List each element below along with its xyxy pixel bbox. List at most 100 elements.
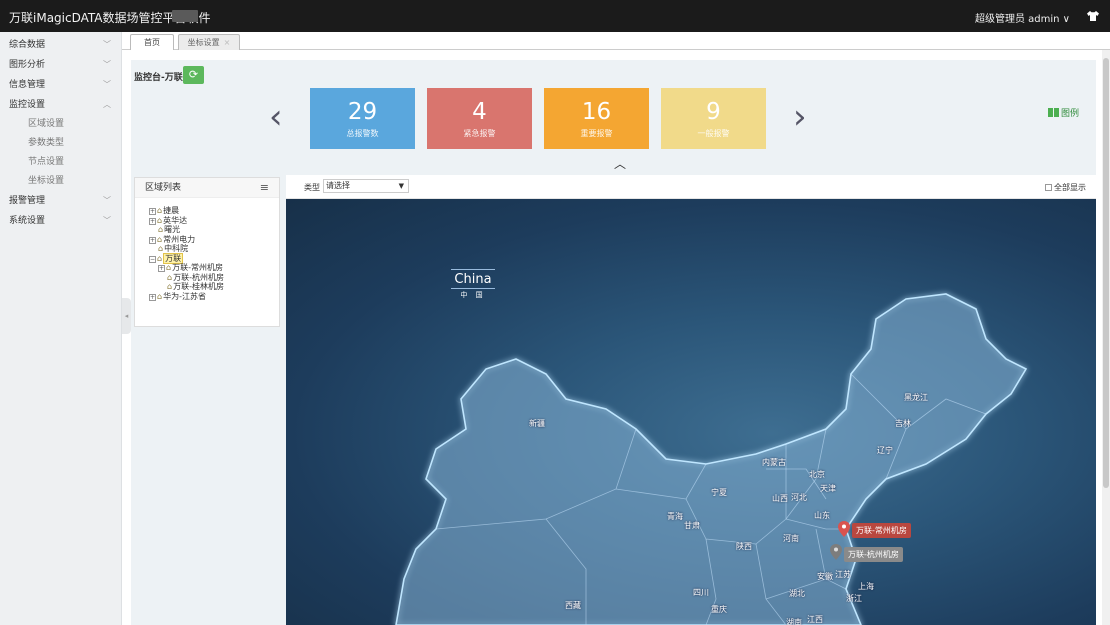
sidebar-collapse-handle[interactable]: ◂ [122, 298, 131, 334]
sidebar-item-label: 综合数据 [9, 40, 46, 50]
province-label: 吉林 [895, 419, 911, 428]
tree-node[interactable]: + ⌂英华达 [149, 216, 279, 226]
next-arrow-icon[interactable]: › [793, 100, 807, 134]
map-title-en: China [454, 272, 492, 287]
sidebar-item-overview[interactable]: 综合数据 ﹀ [0, 35, 121, 55]
stat-card-major[interactable]: 16 重要报警 [544, 88, 649, 149]
building-icon: ⌂ [158, 225, 164, 234]
province-label: 四川 [693, 588, 709, 597]
tree-node[interactable]: + ⌂万联-常州机房 [149, 263, 279, 273]
province-label: 天津 [820, 484, 836, 493]
tree-node-selected[interactable]: − ⌂ 万联 [149, 252, 279, 264]
type-label: 类型 [304, 183, 320, 192]
sidebar-item-monitor-settings[interactable]: 监控设置 ︿ [0, 95, 121, 115]
sidebar-item-alarm-management[interactable]: 报警管理 ﹀ [0, 191, 121, 211]
china-map[interactable]: China 中 国 新疆 内蒙古 黑龙江 吉林 辽宁 北京 天津 河北 山西 宁… [286, 199, 1096, 625]
building-icon: ⌂ [157, 234, 163, 244]
refresh-button[interactable]: ⟳ [183, 66, 204, 84]
stat-value: 9 [706, 99, 721, 125]
tree-node[interactable]: ⌂曙光 [149, 225, 279, 235]
stat-label: 重要报警 [580, 129, 613, 138]
expand-icon[interactable]: + [149, 217, 156, 225]
type-select-value: 请选择 [326, 181, 350, 190]
chevron-up-icon: ︿ [103, 100, 111, 109]
tree-node[interactable]: + ⌂捷晨 [149, 206, 279, 216]
chevron-down-icon: ﹀ [103, 196, 111, 205]
username: admin [1028, 14, 1060, 25]
marker-label-hangzhou[interactable]: 万联-杭州机房 [844, 547, 903, 562]
map-pin-icon[interactable] [838, 521, 850, 537]
tree-node[interactable]: ⌂万联-杭州机房 [149, 273, 279, 283]
building-icon: ⌂ [166, 263, 172, 272]
stat-card-total[interactable]: 29 总报警数 [310, 88, 415, 149]
show-all-checkbox[interactable]: 全部显示 [1045, 182, 1086, 193]
expand-icon[interactable]: + [149, 293, 156, 301]
building-icon: ⌂ [157, 206, 163, 215]
top-bar: 万联iMagicDATA数据场管控平台软件 超级管理员 admin ∨ [0, 0, 1110, 32]
show-all-label: 全部显示 [1054, 183, 1086, 192]
sidebar-subitem-region-settings[interactable]: 区域设置 [0, 115, 121, 134]
stat-value: 16 [581, 99, 612, 125]
province-label: 上海 [858, 582, 874, 591]
tree-node[interactable]: + ⌂华为-江苏省 [149, 292, 279, 302]
region-tree: + ⌂捷晨 + ⌂英华达 ⌂曙光 + ⌂常州电力 ⌂中科院 − ⌂ 万联 + ⌂万联-常州机… [135, 198, 279, 301]
refresh-icon: ⟳ [188, 68, 199, 81]
tree-node[interactable]: ⌂万联-桂林机房 [149, 282, 279, 292]
tree-node[interactable]: + ⌂常州电力 [149, 235, 279, 245]
map-pin-icon[interactable] [830, 544, 842, 560]
sidebar-subitem-coordinate-settings[interactable]: 坐标设置 [0, 172, 121, 191]
caret-down-icon: ▼ [398, 182, 404, 190]
user-menu[interactable]: 超级管理员 admin ∨ [975, 10, 1070, 25]
marker-label-changzhou[interactable]: 万联-常州机房 [852, 523, 911, 538]
province-label: 西藏 [565, 601, 581, 610]
prev-arrow-icon[interactable]: ‹ [269, 100, 283, 134]
province-label: 宁夏 [711, 488, 727, 497]
main-panel: 监控台-万联 ⟳ ‹ 29 总报警数 4 紧急报警 16 重要报警 9 一般报警… [131, 60, 1096, 625]
legend-button[interactable]: 图例 [1048, 106, 1079, 119]
stat-card-general[interactable]: 9 一般报警 [661, 88, 766, 149]
redacted-text [172, 10, 198, 22]
province-label: 黑龙江 [904, 393, 928, 402]
divider [451, 269, 495, 270]
chevron-down-icon: ﹀ [103, 60, 111, 69]
close-icon[interactable]: × [224, 38, 231, 47]
type-select[interactable]: 请选择 ▼ [323, 179, 409, 193]
province-label: 辽宁 [877, 446, 893, 455]
tab-home[interactable]: 首页 [130, 34, 174, 50]
page-scrollbar[interactable] [1102, 50, 1110, 625]
sidebar-subitem-param-types[interactable]: 参数类型 [0, 134, 121, 153]
sidebar-item-label: 报警管理 [9, 196, 46, 206]
stat-label: 一般报警 [697, 129, 730, 138]
building-icon: ⌂ [157, 215, 163, 225]
sidebar-item-graph-analysis[interactable]: 图形分析 ﹀ [0, 55, 121, 75]
expand-icon[interactable]: + [158, 265, 165, 272]
sidebar-subitem-node-settings[interactable]: 节点设置 [0, 153, 121, 172]
sidebar-item-info-management[interactable]: 信息管理 ﹀ [0, 75, 121, 95]
chevron-down-icon: ∨ [1062, 14, 1070, 25]
sidebar-item-label: 图形分析 [9, 60, 46, 70]
chevron-down-icon: ﹀ [103, 216, 111, 225]
sidebar-item-system-settings[interactable]: 系统设置 ﹀ [0, 211, 121, 231]
map-title-zh: 中 国 [451, 288, 495, 300]
stat-label: 紧急报警 [463, 129, 496, 138]
scrollbar-thumb[interactable] [1103, 58, 1109, 488]
province-label: 山西 [772, 494, 788, 503]
tab-label: 首页 [144, 38, 160, 47]
chevron-up-icon[interactable]: ︿ [614, 155, 626, 172]
province-label: 湖南 [786, 618, 802, 625]
tab-coordinate-settings[interactable]: 坐标设置 × [178, 34, 240, 50]
region-list-header: 区域列表 ≡ [135, 178, 279, 198]
collapse-icon[interactable]: − [149, 255, 156, 263]
china-outline [395, 293, 1028, 625]
expand-icon[interactable]: + [149, 208, 156, 215]
province-label: 江西 [807, 615, 823, 624]
shirt-icon[interactable] [1086, 9, 1100, 23]
province-label: 内蒙古 [762, 458, 786, 467]
chevron-down-icon: ﹀ [103, 40, 111, 49]
stat-card-critical[interactable]: 4 紧急报警 [427, 88, 532, 149]
menu-icon[interactable]: ≡ [260, 178, 269, 198]
building-icon: ⌂ [157, 291, 163, 301]
tab-label: 坐标设置 [187, 38, 220, 47]
building-icon: ⌂ [157, 253, 163, 263]
expand-icon[interactable]: + [149, 236, 156, 244]
